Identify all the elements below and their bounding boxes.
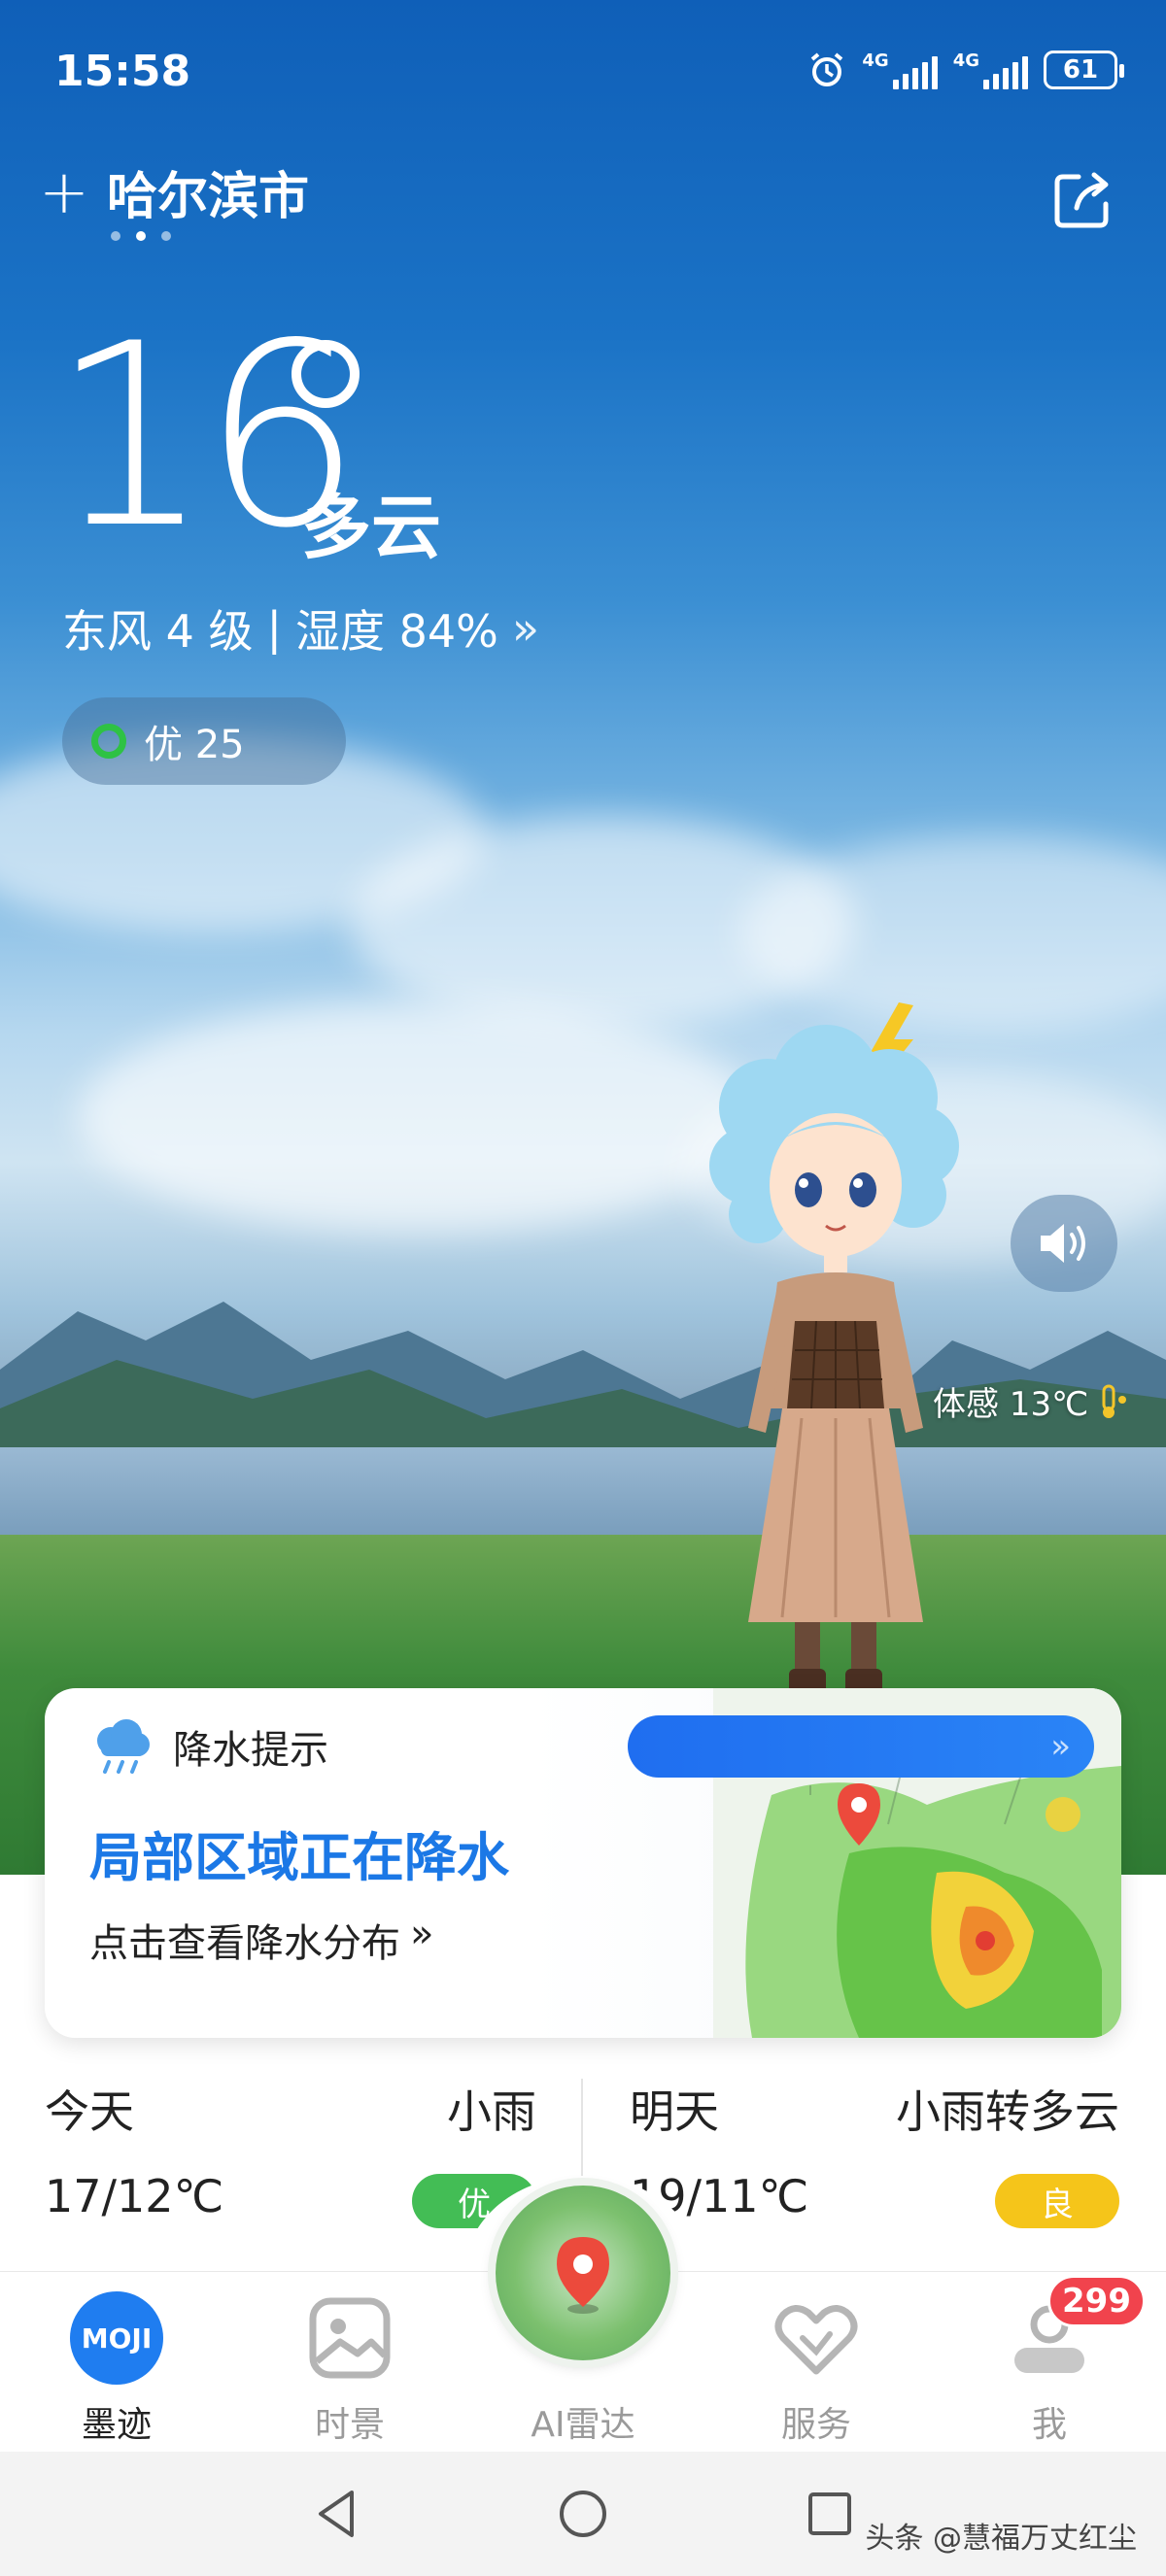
status-bar: 15:58 4G 4G 61	[0, 0, 1166, 146]
watermark: 头条 @慧福万丈红尘	[865, 2522, 1137, 2556]
share-button[interactable]	[1049, 165, 1117, 233]
pill-chevron-icon: »	[1050, 1727, 1071, 1766]
precipitation-card[interactable]: 降水提示 » 局部区域正在降水 点击查看降水分布 »	[45, 1688, 1121, 2038]
aqi-pill[interactable]: 优 25	[62, 697, 346, 785]
forecast-condition: 小雨转多云	[896, 2085, 1119, 2138]
page-dot	[111, 231, 120, 241]
city-header: + 哈尔滨市	[39, 155, 309, 228]
city-name[interactable]: 哈尔滨市	[107, 155, 309, 228]
home-icon[interactable]	[552, 2483, 614, 2545]
add-city-button[interactable]: +	[39, 161, 89, 222]
tab-label: AI雷达	[531, 2405, 635, 2445]
page-indicator	[111, 231, 171, 241]
wind-text: 东风 4 级	[62, 605, 254, 658]
status-icons: 4G 4G 61	[807, 51, 1124, 89]
recent-apps-icon[interactable]	[799, 2483, 861, 2545]
forecast-temp: 17/12℃	[45, 2170, 224, 2222]
signal-1-icon: 4G	[862, 51, 938, 89]
precipitation-header: 降水提示	[89, 1717, 328, 1776]
notification-count-badge: 299	[1047, 2275, 1146, 2327]
tab-label: 墨迹	[81, 2405, 152, 2445]
signal-2-icon: 4G	[953, 51, 1028, 89]
tab-label: 我	[1031, 2405, 1067, 2445]
humidity-text: 湿度 84%	[295, 605, 498, 658]
aqi-label: 优 25	[144, 723, 245, 767]
thermometer-sun-icon	[1102, 1384, 1127, 1418]
forecast-day: 明天	[630, 2085, 719, 2138]
precipitation-subtitle-text: 点击查看降水分布	[89, 1921, 400, 1966]
forecast-aqi-badge: 良	[995, 2174, 1119, 2228]
speaker-icon	[1041, 1224, 1085, 1263]
page-dot-active	[136, 231, 146, 241]
picture-icon	[309, 2297, 391, 2379]
battery-icon: 61	[1044, 51, 1124, 89]
moji-logo-icon: MOJI	[70, 2291, 163, 2385]
feels-like: 体感 13℃	[933, 1377, 1129, 1425]
aqi-ring-icon	[91, 724, 126, 759]
tab-moji[interactable]: MOJI 墨迹	[19, 2272, 214, 2453]
forecast-condition: 小雨	[447, 2085, 536, 2138]
tab-scenery[interactable]: 时景	[253, 2272, 447, 2453]
voice-broadcast-button[interactable]	[1011, 1195, 1117, 1292]
back-icon[interactable]	[307, 2483, 369, 2545]
more-chevron-icon: »	[511, 602, 540, 655]
status-time: 15:58	[54, 47, 191, 96]
precipitation-header-text: 降水提示	[173, 1728, 328, 1773]
forecast-day: 今天	[45, 2085, 134, 2138]
chevron-right-icon: »	[410, 1912, 434, 1956]
degree-symbol	[292, 340, 360, 408]
separator: |	[266, 602, 283, 655]
precipitation-subtitle[interactable]: 点击查看降水分布 »	[89, 1912, 433, 1968]
feels-like-text: 体感 13℃	[933, 1385, 1089, 1424]
weather-character-illustration[interactable]	[680, 1000, 991, 1700]
rain-cloud-icon	[97, 1719, 150, 1774]
weather-background	[0, 0, 1166, 1875]
page-dot	[161, 231, 171, 241]
precipitation-promo-pill[interactable]: »	[628, 1715, 1094, 1778]
handshake-icon	[774, 2305, 858, 2375]
current-condition: 多云	[301, 487, 442, 568]
ai-radar-button[interactable]	[496, 2186, 670, 2360]
tab-label: 时景	[314, 2405, 385, 2445]
tab-label: 服务	[780, 2405, 851, 2445]
location-pin-icon	[557, 2237, 609, 2314]
wind-humidity-row[interactable]: 东风 4 级 | 湿度 84% »	[62, 596, 539, 661]
tab-services[interactable]: 服务	[719, 2272, 913, 2453]
alarm-icon	[811, 52, 843, 86]
mountains	[0, 1302, 1166, 1476]
precipitation-title: 局部区域正在降水	[89, 1827, 509, 1888]
